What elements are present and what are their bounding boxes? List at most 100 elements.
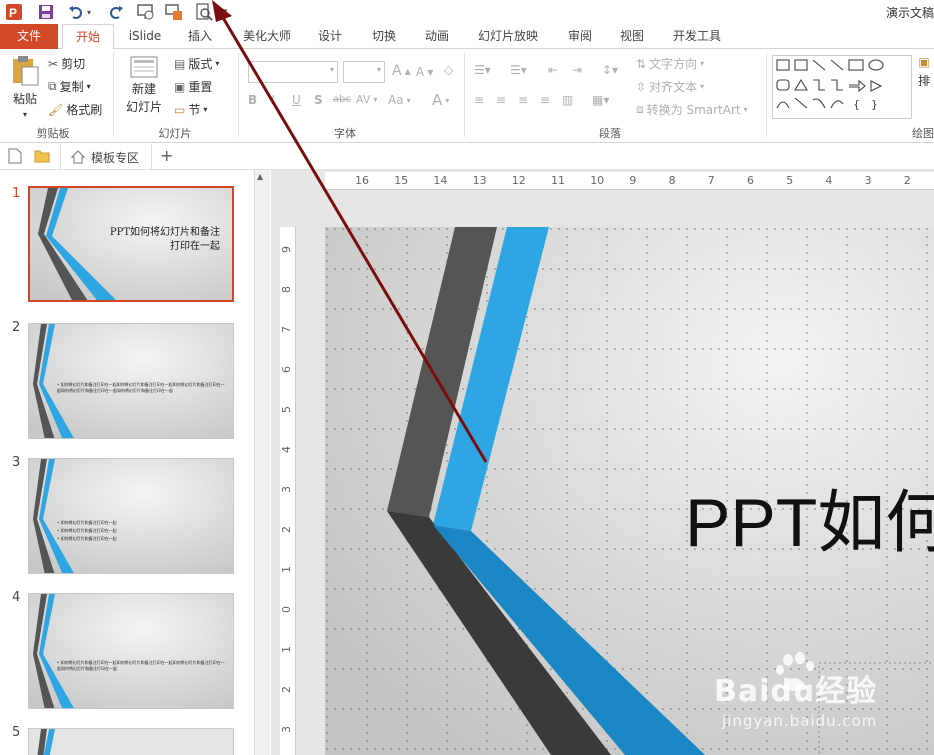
- italic-button[interactable]: I: [271, 93, 275, 107]
- tab-developer[interactable]: 开发工具: [664, 24, 730, 49]
- tab-view[interactable]: 视图: [612, 24, 652, 49]
- align-right-icon[interactable]: ≡: [518, 93, 528, 107]
- reset-button[interactable]: ▣ 重置: [174, 78, 212, 95]
- document-title: 演示文稿: [885, 6, 934, 20]
- ruler-tick-label: 5: [280, 406, 293, 413]
- customize-qat-icon[interactable]: ▾: [218, 2, 232, 22]
- shrink-font-button[interactable]: A ▼: [416, 65, 433, 79]
- copy-button[interactable]: ⧉ 复制 ▾: [48, 78, 91, 95]
- thumbnail-scrollbar[interactable]: ▲: [254, 170, 270, 755]
- home-icon: [71, 150, 85, 164]
- slide-thumbnail-2[interactable]: • 如何将幻灯片和备注打印在一起如何将幻灯片和备注打印在一起如何将幻灯片和备注打…: [28, 323, 234, 439]
- tab-animations[interactable]: 动画: [417, 24, 457, 49]
- align-center-icon[interactable]: ≡: [496, 93, 506, 107]
- layout-label: 版式: [188, 57, 213, 71]
- ribbon-tab-bar: 文件 开始 iSlide 插入 美化大师 设计 切换 动画 幻灯片放映 审阅 视…: [0, 24, 934, 50]
- powerpoint-logo-icon[interactable]: P: [4, 2, 24, 22]
- increase-indent-icon[interactable]: ⇥: [572, 63, 582, 77]
- new-slide-label-2: 幻灯片: [125, 100, 162, 114]
- paste-icon: [13, 56, 39, 86]
- numbering-icon[interactable]: ☰▾: [510, 63, 527, 77]
- save-icon[interactable]: [36, 2, 56, 22]
- slide-thumbnail-1[interactable]: PPT如何将幻灯片和备注 打印在一起: [28, 186, 234, 302]
- strikethrough-button[interactable]: abc: [333, 94, 351, 105]
- format-painter-button[interactable]: 🖌 格式刷: [48, 101, 102, 118]
- change-case-button[interactable]: Aa ▾: [388, 93, 411, 107]
- from-start-icon[interactable]: [136, 2, 156, 22]
- slide1-title-line2: 打印在一起: [170, 241, 220, 252]
- ruler-tick-label: 3: [864, 174, 872, 187]
- cut-button[interactable]: ✂ 剪切: [48, 55, 85, 72]
- present-online-icon[interactable]: [164, 2, 184, 22]
- tab-home[interactable]: 开始: [62, 24, 114, 50]
- smartart-icon: ⧈: [636, 102, 644, 116]
- tab-slide-show[interactable]: 幻灯片放映: [468, 24, 548, 49]
- align-text-button[interactable]: ⇳ 对齐文本 ▾: [636, 78, 704, 95]
- add-tab-button[interactable]: +: [160, 146, 173, 165]
- new-file-icon[interactable]: [8, 148, 22, 167]
- clear-format-icon[interactable]: ◇: [444, 63, 453, 77]
- tab-beautify-master[interactable]: 美化大师: [232, 24, 302, 49]
- font-name-dropdown[interactable]: ▾: [248, 61, 338, 83]
- tab-islide[interactable]: iSlide: [120, 24, 170, 49]
- grow-font-button[interactable]: A ▲: [392, 63, 411, 79]
- print-preview-icon[interactable]: [194, 2, 214, 22]
- tab-transitions[interactable]: 切换: [364, 24, 404, 49]
- tab-insert[interactable]: 插入: [180, 24, 220, 49]
- svg-text:}: }: [871, 98, 878, 111]
- tab-review[interactable]: 审阅: [560, 24, 600, 49]
- columns-icon[interactable]: ▦▾: [592, 93, 609, 107]
- paste-button[interactable]: 粘贴 ▾: [8, 55, 42, 119]
- bold-button[interactable]: B: [248, 93, 257, 107]
- section-button[interactable]: ▭ 节 ▾: [174, 101, 207, 118]
- ruler-tick-label: 2: [903, 174, 911, 187]
- reset-label: 重置: [188, 80, 213, 94]
- character-spacing-button[interactable]: AV ▾: [356, 93, 377, 106]
- layout-button[interactable]: ▤ 版式 ▾: [174, 55, 219, 72]
- drawing-group-label: 绘图: [912, 127, 934, 140]
- new-slide-button[interactable]: 新建 幻灯片: [122, 55, 166, 115]
- clipboard-group-label: 剪贴板: [36, 127, 70, 140]
- ribbon-home: 粘贴 ▾ ✂ 剪切 ⧉ 复制 ▾ 🖌 格式刷 剪贴板 新建 幻灯片 ▤ 版式 ▾: [0, 49, 934, 143]
- scroll-up-icon[interactable]: ▲: [257, 172, 263, 181]
- slide-number: 5: [12, 725, 21, 740]
- slide-thumbnail-3[interactable]: • 如何将幻灯片和备注打印在一起 • 如何将幻灯片和备注打印在一起 • 如何将幻…: [28, 458, 234, 574]
- text-direction-button[interactable]: ⇅ 文字方向 ▾: [636, 55, 704, 72]
- decrease-indent-icon[interactable]: ⇤: [548, 63, 558, 77]
- slide-thumbnail-5[interactable]: [28, 728, 234, 755]
- tab-design[interactable]: 设计: [310, 24, 350, 49]
- slide-thumbnail-4[interactable]: • 如何将幻灯片和备注打印在一起如何将幻灯片和备注打印在一起如何将幻灯片和备注打…: [28, 593, 234, 709]
- ruler-tick-label: 4: [825, 174, 833, 187]
- font-size-dropdown[interactable]: ▾: [343, 61, 385, 83]
- bullets-icon[interactable]: ☰▾: [474, 63, 491, 77]
- paragraph-group-label: 段落: [599, 127, 621, 140]
- text-direction-label: 文字方向: [649, 57, 698, 71]
- open-folder-icon[interactable]: [34, 149, 50, 166]
- font-color-button[interactable]: A ▾: [432, 91, 449, 109]
- baidu-watermark: Baidu经验 jingyan.baidu.com: [714, 650, 924, 740]
- paste-label: 粘贴: [12, 92, 37, 106]
- distributed-icon[interactable]: ▥: [562, 93, 573, 107]
- copy-label: 复制: [59, 80, 84, 94]
- align-left-icon[interactable]: ≡: [474, 93, 484, 107]
- redo-icon[interactable]: [106, 2, 126, 22]
- convert-smartart-button[interactable]: ⧈ 转换为 SmartArt ▾: [636, 101, 748, 118]
- quick-access-toolbar: P ▾ ▾ 演示文稿: [0, 0, 934, 24]
- text-shadow-button[interactable]: S: [314, 93, 323, 107]
- tab-file[interactable]: 文件: [0, 24, 58, 49]
- arrange-button[interactable]: ▣ 排: [918, 55, 930, 89]
- shapes-gallery[interactable]: { }: [772, 55, 912, 119]
- undo-icon[interactable]: [66, 2, 86, 22]
- reset-icon: ▣: [174, 79, 186, 94]
- template-zone-tab[interactable]: 模板专区: [60, 144, 152, 170]
- copy-icon: ⧉: [48, 79, 57, 93]
- ruler-tick-label: 6: [747, 174, 754, 187]
- justify-icon[interactable]: ≡: [540, 93, 550, 107]
- font-group-label: 字体: [334, 127, 356, 140]
- divider: [238, 53, 239, 137]
- line-spacing-icon[interactable]: ↕▾: [602, 63, 618, 77]
- undo-dropdown-icon[interactable]: ▾: [84, 2, 94, 22]
- underline-button[interactable]: U: [292, 93, 301, 107]
- slide-title-text[interactable]: PPT如何: [685, 467, 934, 566]
- slides-group-label: 幻灯片: [158, 127, 192, 140]
